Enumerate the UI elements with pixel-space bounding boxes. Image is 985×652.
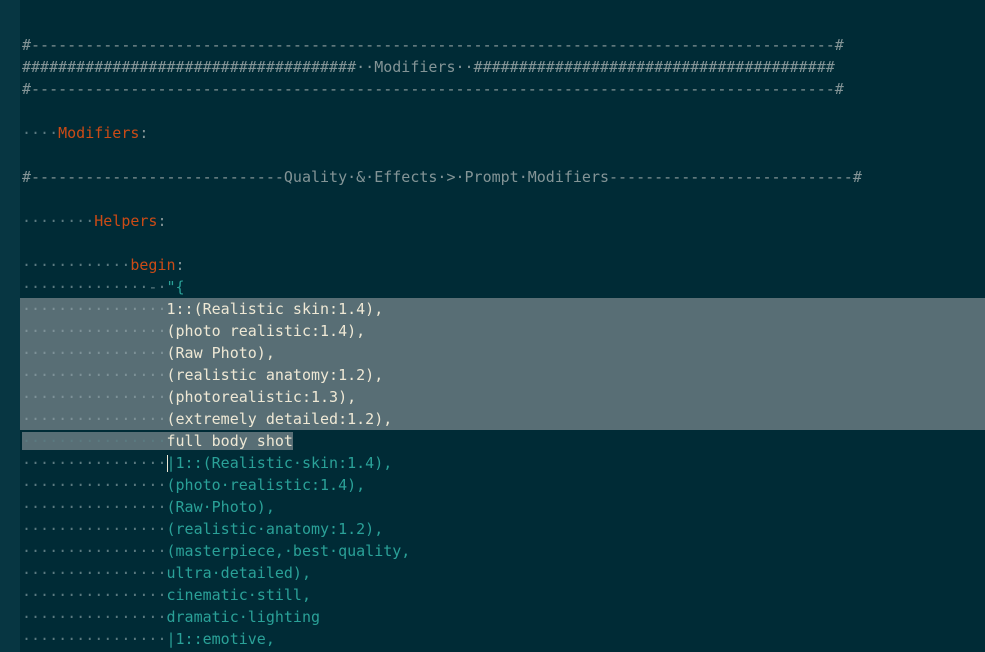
indent-whitespace: ········ xyxy=(22,212,95,230)
indent-whitespace: ················ xyxy=(22,630,167,648)
string-value: (realistic·anatomy:1.2), xyxy=(166,520,384,538)
indent-whitespace: ················ xyxy=(22,300,167,318)
code-line: ················(Raw·Photo), xyxy=(20,496,985,518)
string-value: (photo·realistic:1.4), xyxy=(166,476,366,494)
indent-whitespace: ················ xyxy=(22,608,167,626)
selected-code-line: ················(Raw Photo), xyxy=(20,342,985,364)
indent-whitespace: ················ xyxy=(22,476,167,494)
code-editor[interactable]: #---------------------------------------… xyxy=(20,34,985,650)
indent-whitespace: ················ xyxy=(22,520,167,538)
indent-whitespace: ················ xyxy=(22,388,167,406)
indent-whitespace: ··············-· xyxy=(22,278,167,296)
code-line: ············begin: xyxy=(20,254,985,276)
indent-whitespace: ················ xyxy=(22,322,167,340)
code-line: ················|1::(Realistic·skin:1.4)… xyxy=(20,452,985,474)
colon: : xyxy=(139,124,149,142)
comment-text: #---------------------------------------… xyxy=(22,36,844,54)
yaml-key: Helpers xyxy=(94,212,158,230)
yaml-key: Modifiers xyxy=(58,124,140,142)
indent-whitespace: ················ xyxy=(22,410,167,428)
code-line: ········Helpers: xyxy=(20,210,985,232)
code-line: ····Modifiers: xyxy=(20,122,985,144)
string-value: (Raw Photo), xyxy=(166,344,275,362)
code-line: ················(photo·realistic:1.4), xyxy=(20,474,985,496)
string-value: full body shot xyxy=(166,432,293,450)
comment-text: #----------------------------Quality·&·E… xyxy=(22,168,862,186)
selected-code-line: ················(realistic anatomy:1.2), xyxy=(20,364,985,386)
string-value: ultra·detailed), xyxy=(166,564,312,582)
code-line: ················|1::emotive, xyxy=(20,628,985,650)
indent-whitespace: ················ xyxy=(22,454,167,472)
string-value: "{ xyxy=(166,278,185,296)
string-value: (Raw·Photo), xyxy=(166,498,275,516)
comment-text: #---------------------------------------… xyxy=(22,80,844,98)
code-line: #####################################··M… xyxy=(20,56,985,78)
selected-code-line: ················(photo realistic:1.4), xyxy=(20,320,985,342)
indent-whitespace: ················ xyxy=(22,498,167,516)
string-value: cinematic·still, xyxy=(166,586,312,604)
selected-code-line: ················1::(Realistic skin:1.4), xyxy=(20,298,985,320)
indent-whitespace: ················ xyxy=(22,432,167,450)
indent-whitespace: ············ xyxy=(22,256,131,274)
string-value: (masterpiece,·best·quality, xyxy=(166,542,411,560)
string-value: (realistic anatomy:1.2), xyxy=(166,366,384,384)
indent-whitespace: ···· xyxy=(22,124,59,142)
indent-whitespace: ················ xyxy=(22,542,167,560)
code-line: ················ultra·detailed), xyxy=(20,562,985,584)
colon: : xyxy=(175,256,185,274)
code-line: #---------------------------------------… xyxy=(20,34,985,56)
indent-whitespace: ················ xyxy=(22,564,167,582)
selected-code-line: ················full body shot xyxy=(20,430,985,452)
indent-whitespace: ················ xyxy=(22,366,167,384)
code-line: ················cinematic·still, xyxy=(20,584,985,606)
comment-text: #####################################··M… xyxy=(22,58,835,76)
string-value: |1::emotive, xyxy=(166,630,275,648)
selected-code-line: ················(photorealistic:1.3), xyxy=(20,386,985,408)
string-value: 1::(Realistic skin:1.4), xyxy=(166,300,384,318)
string-value: dramatic·lighting xyxy=(166,608,321,626)
indent-whitespace: ················ xyxy=(22,344,167,362)
colon: : xyxy=(157,212,167,230)
editor-gutter xyxy=(0,0,20,652)
code-line: ················(masterpiece,·best·quali… xyxy=(20,540,985,562)
indent-whitespace: ················ xyxy=(22,586,167,604)
code-line: ··············-·"{ xyxy=(20,276,985,298)
string-value: (extremely detailed:1.2), xyxy=(166,410,393,428)
code-line: ················dramatic·lighting xyxy=(20,606,985,628)
yaml-key: begin xyxy=(130,256,176,274)
code-line: #----------------------------Quality·&·E… xyxy=(20,166,985,188)
string-value: (photo realistic:1.4), xyxy=(166,322,366,340)
string-value: |1::(Realistic·skin:1.4), xyxy=(166,454,393,472)
string-value: (photorealistic:1.3), xyxy=(166,388,357,406)
code-line: #---------------------------------------… xyxy=(20,78,985,100)
code-line: ················(realistic·anatomy:1.2), xyxy=(20,518,985,540)
selected-code-line: ················(extremely detailed:1.2)… xyxy=(20,408,985,430)
